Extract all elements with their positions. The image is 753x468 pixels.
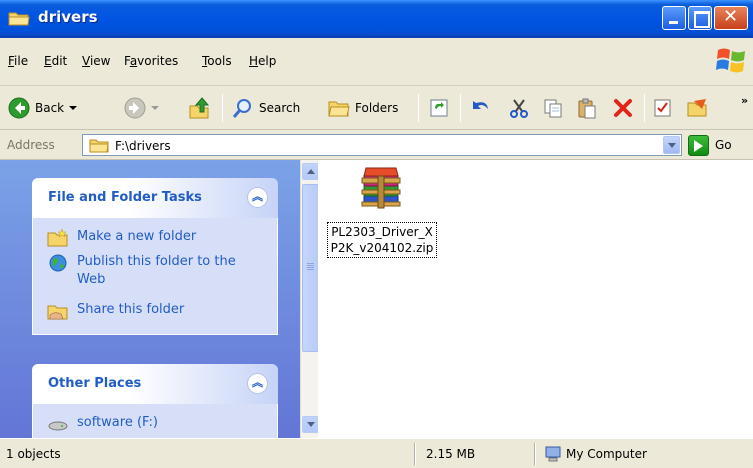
task-publish-folder[interactable]: Publish this folder to the Web — [47, 253, 277, 301]
task-share-folder[interactable]: Share this folder — [47, 301, 277, 326]
address-dropdown-button[interactable] — [663, 136, 680, 154]
panel-header[interactable]: Other Places ︽ — [32, 364, 278, 404]
scroll-down-button[interactable] — [302, 416, 319, 433]
status-object-count: 1 objects — [6, 447, 61, 461]
winrar-archive-icon — [361, 167, 401, 209]
task-pane: File and Folder Tasks ︽ Make a new folde… — [0, 160, 300, 438]
task-label: Make a new folder — [77, 229, 197, 244]
panel-body: Make a new folder Publish this folder to… — [32, 218, 278, 335]
folder-icon — [89, 139, 109, 153]
panel-title: File and Folder Tasks — [48, 190, 202, 205]
paste-icon — [578, 98, 596, 119]
properties-icon — [654, 99, 671, 117]
close-button[interactable]: ✕ — [714, 6, 748, 30]
menu-file[interactable]: File — [8, 54, 28, 68]
back-button[interactable]: Back — [8, 94, 78, 122]
copy-button[interactable] — [542, 94, 564, 122]
address-label: Address — [7, 138, 55, 152]
task-label: Share this folder — [77, 302, 185, 317]
menu-favorites[interactable]: Favorites — [124, 54, 178, 68]
menu-edit[interactable]: Edit — [44, 54, 67, 68]
cut-button[interactable] — [508, 94, 530, 122]
folders-label: Folders — [355, 101, 399, 115]
properties-button[interactable] — [652, 94, 674, 122]
folders-icon — [328, 101, 350, 117]
file-folder-tasks-panel: File and Folder Tasks ︽ Make a new folde… — [32, 178, 278, 335]
window-title: drivers — [38, 8, 98, 26]
minimize-button[interactable] — [662, 6, 686, 30]
status-location: My Computer — [566, 447, 647, 461]
share-folder-icon — [47, 305, 68, 320]
collapse-chevron-icon[interactable]: ︽ — [247, 187, 268, 208]
back-arrow-icon — [8, 97, 30, 119]
dropdown-arrow-icon — [69, 106, 78, 110]
status-size: 2.15 MB — [426, 447, 476, 461]
toolbar: Back Search Folders » — [0, 86, 753, 130]
address-value: F:\drivers — [115, 139, 171, 153]
menu-help[interactable]: Help — [249, 54, 276, 68]
scroll-up-button[interactable] — [302, 163, 319, 180]
globe-publish-icon — [49, 254, 67, 272]
panel-body: software (F:) — [32, 404, 278, 438]
file-item[interactable]: PL2303_Driver_XP2K_v204102.zip — [326, 164, 438, 258]
search-label: Search — [259, 101, 301, 115]
up-folder-icon — [189, 97, 210, 119]
windows-logo-icon — [716, 48, 745, 73]
maximize-button[interactable] — [688, 6, 712, 30]
menu-bar: File Edit View Favorites Tools Help — [0, 38, 753, 86]
my-computer-icon — [545, 446, 561, 462]
undo-button[interactable] — [468, 94, 492, 122]
paste-button[interactable] — [576, 94, 598, 122]
undo-icon — [473, 101, 488, 109]
scissors-icon — [510, 99, 528, 118]
forward-arrow-icon — [124, 97, 146, 119]
place-label: software (F:) — [77, 415, 158, 430]
task-pane-scrollbar[interactable] — [300, 160, 319, 438]
dropdown-arrow-icon — [151, 106, 159, 110]
delete-button[interactable] — [612, 94, 634, 122]
go-button[interactable]: Go — [688, 134, 748, 156]
folder-sync-button[interactable] — [428, 94, 450, 122]
copy-icon — [544, 99, 562, 118]
back-label: Back — [35, 101, 65, 115]
menu-tools[interactable]: Tools — [202, 54, 232, 68]
task-make-new-folder[interactable]: Make a new folder — [47, 228, 277, 253]
panel-header[interactable]: File and Folder Tasks ︽ — [32, 178, 278, 218]
title-bar[interactable]: drivers ✕ — [0, 0, 753, 38]
folders-button[interactable]: Folders — [328, 94, 398, 122]
up-folder-button[interactable] — [188, 94, 212, 122]
search-button[interactable]: Search — [232, 94, 300, 122]
views-icon — [687, 99, 707, 117]
task-label: Publish this folder to the Web — [77, 254, 236, 287]
address-input[interactable]: F:\drivers — [82, 134, 682, 156]
search-icon — [232, 99, 251, 118]
views-button[interactable] — [686, 94, 710, 122]
go-arrow-icon — [688, 134, 709, 156]
collapse-chevron-icon[interactable]: ︽ — [247, 373, 268, 394]
file-view[interactable]: PL2303_Driver_XP2K_v204102.zip — [318, 160, 753, 438]
scroll-thumb[interactable] — [302, 184, 319, 352]
menu-view[interactable]: View — [82, 54, 110, 68]
address-bar: Address F:\drivers Go — [0, 130, 753, 160]
other-places-panel: Other Places ︽ software (F:) — [32, 364, 278, 438]
toolbar-chevron-icon[interactable]: » — [741, 94, 748, 107]
folder-icon — [8, 12, 30, 26]
status-bar: 1 objects 2.15 MB My Computer — [0, 438, 753, 468]
panel-title: Other Places — [48, 376, 142, 391]
new-folder-icon — [47, 228, 68, 247]
file-name: PL2303_Driver_XP2K_v204102.zip — [327, 222, 437, 258]
go-label: Go — [715, 138, 732, 152]
sync-icon — [430, 99, 448, 117]
forward-button[interactable] — [124, 94, 159, 122]
close-icon: ✕ — [723, 6, 739, 27]
delete-icon — [614, 99, 632, 117]
place-software-drive[interactable]: software (F:) — [47, 414, 277, 438]
drive-icon — [48, 421, 68, 431]
